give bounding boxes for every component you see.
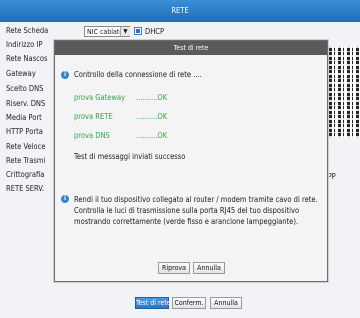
label-alternate-dns: Riserv. DNS bbox=[6, 99, 46, 108]
label-subnet-mask: Rete Nascos bbox=[6, 54, 48, 63]
dhcp-label: DHCP bbox=[145, 27, 165, 36]
label-gateway: Gateway bbox=[6, 69, 36, 78]
dialog-cancel-button[interactable]: Annulla bbox=[193, 262, 225, 274]
cancel-button[interactable]: Annulla bbox=[210, 297, 242, 309]
info-icon: i bbox=[61, 195, 69, 203]
dialog-title: Test di rete bbox=[55, 41, 327, 55]
network-settings-window: RETE Rete Scheda Indirizzo IP Rete Nasco… bbox=[0, 0, 360, 318]
test-network-name: prova RETE bbox=[74, 112, 113, 121]
test-dns-result: ..........OK bbox=[136, 131, 168, 140]
test-gateway-name: prova Gateway bbox=[74, 93, 126, 102]
label-ip-address: Indirizzo IP bbox=[6, 40, 43, 49]
network-test-dialog: Test di rete i Controllo della connessio… bbox=[54, 40, 328, 282]
label-network-transmission: Rete Trasmi bbox=[6, 156, 46, 165]
confirm-button[interactable]: Conferm. bbox=[172, 297, 206, 309]
test-gateway-result: ..........OK bbox=[136, 93, 168, 102]
test-dns-name: prova DNS bbox=[74, 131, 110, 140]
connection-check-text: Controllo della connessione di rete .... bbox=[74, 70, 202, 79]
label-preferred-dns: Scelto DNS bbox=[6, 84, 44, 93]
test-network-result: ..........OK bbox=[136, 112, 168, 121]
label-encryption: Crittografia bbox=[6, 170, 45, 179]
info-icon: i bbox=[61, 71, 69, 79]
chevron-down-icon[interactable]: ▼ bbox=[120, 27, 130, 36]
label-network-service: RETE SERV. bbox=[6, 184, 45, 193]
label-fast-network: Rete Veloce bbox=[6, 142, 46, 151]
label-media-port: Media Port bbox=[6, 113, 42, 122]
dhcp-checkbox[interactable] bbox=[134, 27, 142, 35]
network-test-button[interactable]: Test di rete bbox=[135, 297, 171, 309]
advice-text: Rendi il tuo dispositivo collegato al ro… bbox=[74, 195, 318, 226]
label-http-port: HTTP Porta bbox=[6, 127, 43, 136]
message-test-result: Test di messaggi inviati successo bbox=[74, 152, 186, 161]
label-network-card: Rete Scheda bbox=[6, 26, 49, 35]
window-title: RETE bbox=[0, 0, 360, 22]
retry-button[interactable]: Riprova bbox=[158, 262, 190, 274]
